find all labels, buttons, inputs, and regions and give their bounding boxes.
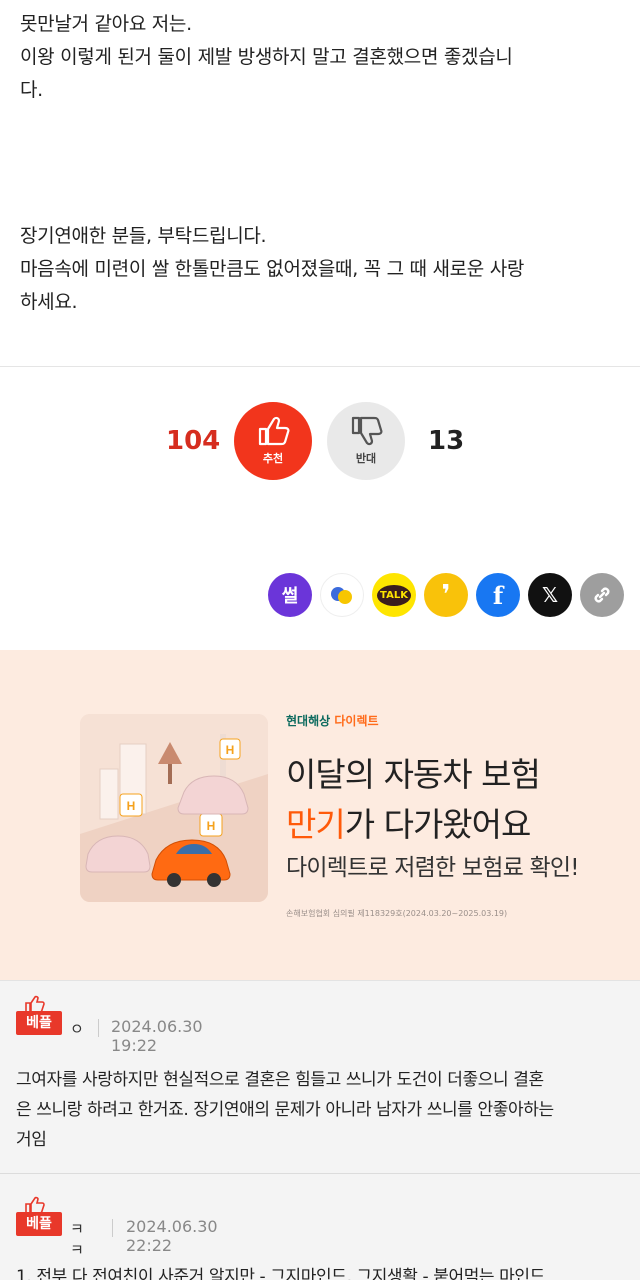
header-separator [112,1219,113,1237]
thumbs-down-icon [351,416,383,446]
ad-brand-sub: 다이렉트 [334,714,379,728]
article-line: 못만날거 같아요 저는. [20,13,192,35]
comment-item: 베플 ㅋㅋ 2024.06.30 22:22 1. 전부 다 전여친이 사준거 … [0,1173,640,1280]
comment-line: 은 쓰니랑 하려고 한거죠. 장기연애의 문제가 아니라 남자가 쓰니를 안좋아… [16,1100,554,1120]
comment-line: 거임 [16,1130,47,1150]
best-comment-tag: 베플 [16,1212,62,1236]
upvote-button[interactable]: 추천 [234,402,312,480]
ad-brand: 현대해상 다이렉트 [286,712,379,729]
comment-date: 2024.06.30 19:22 [111,1017,203,1055]
header-separator [98,1019,99,1037]
ad-headline-1: 이달의 자동차 보험 [286,755,541,794]
share-facebook-button[interactable]: f [476,573,520,617]
ad-headline-2: 만기가 다가왔어요 [286,798,532,846]
comment-item: 베플 ㅇ 2024.06.30 19:22 그여자를 사랑하지만 현실적으로 결… [0,980,640,1173]
svg-text:H: H [226,743,235,757]
x-icon: 𝕏 [541,583,559,607]
insurance-ad-banner[interactable]: H H H 현대해상 다이렉트 이달의 자동차 보험 만기가 다가왔어요 다이렉… [0,650,640,980]
kakaotalk-icon: TALK [377,584,411,606]
share-ssul-button[interactable]: 썰 [268,573,312,617]
article-line: 장기연애한 분들, 부탁드립니다. [20,225,267,247]
article-line: 하세요. [20,291,78,313]
kakaostory-icon: ❜ [441,580,451,610]
downvote-button[interactable]: 반대 [327,402,405,480]
svg-text:H: H [207,819,216,833]
copy-link-button[interactable] [580,573,624,617]
downvote-label: 반대 [355,452,377,465]
ad-headline-rest: 가 다가왔어요 [344,805,532,844]
article-paragraph: 장기연애한 분들, 부탁드립니다. 마음속에 미련이 쌀 한톨만큼도 없어졌을때… [20,220,620,319]
comment-list: 베플 ㅇ 2024.06.30 19:22 그여자를 사랑하지만 현실적으로 결… [0,980,640,1280]
ad-headline-highlight: 만기 [286,805,346,844]
article-line: 다. [20,79,43,101]
comment-text: 1. 전부 다 전여친이 사준거 알지만 - 그지마인드, 그지생활 - 붙어먹… [16,1262,626,1280]
best-comment-badge: 베플 [16,1196,62,1236]
share-kakaotalk-button[interactable]: TALK [372,573,416,617]
best-comment-badge: 베플 [16,995,62,1035]
ad-brand-main: 현대해상 [286,714,331,728]
best-comment-tag: 베플 [16,1011,62,1035]
ssul-icon: 썰 [281,586,299,607]
section-divider [0,366,640,367]
comment-line: 1. 전부 다 전여친이 사준거 알지만 - 그지마인드, 그지생활 - 붙어먹… [16,1267,545,1280]
vote-section: 104 추천 반대 13 [0,400,640,480]
svg-text:H: H [127,799,136,813]
comment-date: 2024.06.30 22:22 [126,1217,218,1255]
article-line: 이왕 이렇게 된거 둘이 제발 방생하지 말고 결혼했으면 좋겠습니 [20,46,513,68]
share-band-button[interactable] [320,573,364,617]
upvote-count: 104 [166,426,221,456]
article-line: 마음속에 미련이 쌀 한톨만큼도 없어졌을때, 꼭 그 때 새로운 사랑 [20,258,525,280]
ad-illustration: H H H [80,714,268,902]
share-bar: 썰 TALK ❜ f 𝕏 [268,573,624,617]
comment-line: 그여자를 사랑하지만 현실적으로 결혼은 힘들고 쓰니가 도건이 더좋으니 결혼 [16,1070,544,1090]
thumbs-up-icon [258,416,290,446]
downvote-count: 13 [428,426,465,456]
share-kakaostory-button[interactable]: ❜ [424,573,468,617]
ad-fine-print: 손해보험협회 심의필 제118329호(2024.03.20~2025.03.1… [286,909,508,918]
comment-nickname[interactable]: ㅇ [70,1018,84,1039]
band-icon [331,587,352,604]
comment-nickname[interactable]: ㅋㅋ [70,1218,84,1260]
article-paragraph: 못만날거 같아요 저는. 이왕 이렇게 된거 둘이 제발 방생하지 말고 결혼했… [20,8,620,107]
ad-subline: 다이렉트로 저렴한 보험료 확인! [286,855,579,881]
share-x-button[interactable]: 𝕏 [528,573,572,617]
facebook-icon: f [492,580,504,610]
upvote-label: 추천 [262,452,284,465]
comment-text: 그여자를 사랑하지만 현실적으로 결혼은 힘들고 쓰니가 도건이 더좋으니 결혼… [16,1065,626,1155]
link-icon [594,587,610,603]
